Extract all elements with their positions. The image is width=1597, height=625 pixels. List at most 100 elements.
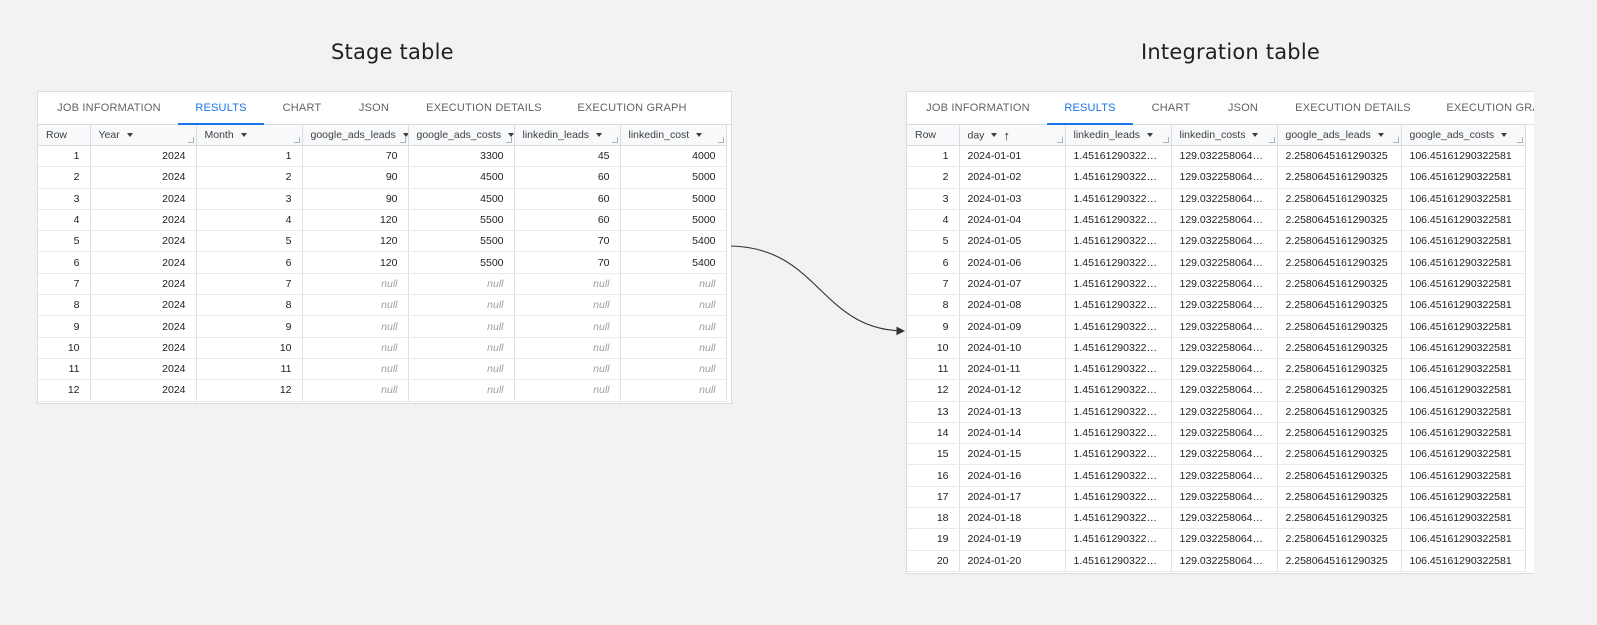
table-row[interactable]: 9 2024-01-09 1.451612903225... 129.03225806… (907, 315, 1526, 338)
row-number-cell: 6 (907, 251, 960, 274)
sort-menu-icon[interactable] (126, 133, 133, 138)
integration-tab-chart[interactable]: CHART (1143, 92, 1199, 124)
column-resize-handle[interactable] (611, 137, 618, 143)
integration-tab-execution-graph[interactable]: EXECUTION GRAPH (1432, 92, 1534, 124)
column-header-row[interactable]: Row (907, 125, 960, 146)
table-row[interactable]: 3 2024-01-03 1.451612903225... 129.03225806… (907, 188, 1526, 210)
sort-menu-icon[interactable] (1501, 133, 1508, 138)
table-row[interactable]: 15 2024-01-15 1.451612903225... 129.0322580… (907, 443, 1526, 466)
table-row[interactable]: 6 2024-01-06 1.451612903225... 129.03225806… (907, 251, 1526, 274)
table-row[interactable]: 8 2024-01-08 1.451612903225... 129.03225806… (907, 294, 1526, 317)
table-row[interactable]: 9 2024 9 null null null null (38, 315, 727, 338)
cell-linkedin-cost: 5400 (620, 230, 727, 253)
table-row[interactable]: 2 2024 2 90 4500 60 5000 (38, 166, 727, 189)
table-row[interactable]: 11 2024-01-11 1.451612903225... 129.0322580… (907, 358, 1526, 381)
stage-tab-execution-graph[interactable]: EXECUTION GRAPH (563, 92, 701, 124)
column-header-linkedin-cost[interactable]: linkedin_cost (620, 125, 727, 146)
column-header-month[interactable]: Month (196, 125, 303, 146)
table-row[interactable]: 1 2024 1 70 3300 45 4000 (38, 145, 727, 168)
table-row[interactable]: 12 2024 12 null null null null (38, 379, 727, 402)
sort-menu-icon[interactable] (1147, 133, 1154, 138)
cell-linkedin-costs: 129.0322580645... (1171, 550, 1278, 572)
column-resize-handle[interactable] (399, 137, 406, 143)
column-header-linkedin-leads[interactable]: linkedin_leads (1065, 125, 1172, 146)
column-header-google-ads-leads[interactable]: google_ads_leads (302, 125, 409, 146)
cell-google-ads-leads: null (302, 337, 409, 359)
table-row[interactable]: 12 2024-01-12 1.451612903225... 129.0322580… (907, 379, 1526, 402)
stage-tab-results[interactable]: RESULTS (178, 92, 264, 125)
column-header-google-ads-costs[interactable]: google_ads_costs (1401, 125, 1526, 146)
integration-tab-execution-details[interactable]: EXECUTION DETAILS (1287, 92, 1419, 124)
table-row[interactable]: 10 2024 10 null null null null (38, 337, 727, 359)
cell-month: 11 (196, 358, 303, 381)
cell-linkedin-costs: 129.0322580645... (1171, 422, 1278, 445)
table-row[interactable]: 1 2024-01-01 1.451612903225... 129.03225806… (907, 145, 1526, 168)
column-resize-handle[interactable] (293, 137, 300, 143)
sort-menu-icon[interactable] (991, 133, 998, 137)
table-row[interactable]: 5 2024 5 120 5500 70 5400 (38, 230, 727, 253)
table-row[interactable]: 5 2024-01-05 1.451612903225... 129.03225806… (907, 230, 1526, 253)
sort-menu-icon[interactable] (1252, 133, 1259, 138)
table-row[interactable]: 10 2024-01-10 1.451612903225... 129.0322580… (907, 337, 1526, 359)
column-header-linkedin-leads[interactable]: linkedin_leads (514, 125, 621, 146)
table-row[interactable]: 8 2024 8 null null null null (38, 294, 727, 317)
stage-tab-chart[interactable]: CHART (274, 92, 330, 124)
stage-tab-execution-details[interactable]: EXECUTION DETAILS (418, 92, 550, 124)
table-row[interactable]: 16 2024-01-16 1.451612903225... 129.0322580… (907, 464, 1526, 487)
sort-menu-icon[interactable] (596, 133, 603, 138)
cell-google-ads-leads: 2.2580645161290325 (1277, 358, 1402, 381)
integration-tab-results[interactable]: RESULTS (1047, 92, 1133, 125)
sort-menu-icon[interactable] (240, 133, 247, 138)
cell-linkedin-cost: null (620, 379, 727, 402)
column-header-google-ads-leads[interactable]: google_ads_leads (1277, 125, 1402, 146)
cell-google-ads-leads: 2.2580645161290325 (1277, 145, 1402, 168)
sort-menu-icon[interactable] (696, 133, 703, 138)
table-row[interactable]: 13 2024-01-13 1.451612903225... 129.0322580… (907, 401, 1526, 423)
table-row[interactable]: 4 2024 4 120 5500 60 5000 (38, 209, 727, 232)
cell-google-ads-costs: 5500 (408, 251, 515, 274)
cell-day: 2024-01-18 (959, 507, 1066, 530)
stage-tab-json[interactable]: JSON (350, 92, 398, 124)
cell-google-ads-leads: 2.2580645161290325 (1277, 315, 1402, 338)
integration-tab-job-information[interactable]: JOB INFORMATION (907, 92, 1049, 124)
cell-linkedin-costs: 129.0322580645... (1171, 486, 1278, 509)
column-resize-handle[interactable] (1162, 137, 1169, 143)
table-row[interactable]: 7 2024 7 null null null null (38, 273, 727, 296)
table-row[interactable]: 14 2024-01-14 1.451612903225... 129.0322580… (907, 422, 1526, 445)
table-row[interactable]: 2 2024-01-02 1.451612903225... 129.03225806… (907, 166, 1526, 189)
column-resize-handle[interactable] (1516, 137, 1523, 143)
table-row[interactable]: 6 2024 6 120 5500 70 5400 (38, 251, 727, 274)
sort-menu-icon[interactable] (1377, 133, 1384, 138)
cell-google-ads-costs: null (408, 315, 515, 338)
cell-year: 2024 (90, 230, 197, 253)
cell-linkedin-leads: 1.451612903225... (1065, 422, 1172, 445)
column-header-year[interactable]: Year (90, 125, 197, 146)
table-row[interactable]: 7 2024-01-07 1.451612903225... 129.03225806… (907, 273, 1526, 296)
cell-google-ads-costs: 106.45161290322581 (1401, 294, 1526, 317)
table-row[interactable]: 18 2024-01-18 1.451612903225... 129.0322580… (907, 507, 1526, 530)
column-header-row[interactable]: Row (38, 125, 91, 146)
column-header-day[interactable]: day ↑ (959, 125, 1066, 146)
integration-tab-json[interactable]: JSON (1219, 92, 1267, 124)
table-row[interactable]: 4 2024-01-04 1.451612903225... 129.03225806… (907, 209, 1526, 232)
cell-day: 2024-01-01 (959, 145, 1066, 168)
table-row[interactable]: 17 2024-01-17 1.451612903225... 129.0322580… (907, 486, 1526, 509)
sort-ascending-icon[interactable]: ↑ (1003, 128, 1010, 143)
table-row[interactable]: 19 2024-01-19 1.451612903225... 129.0322580… (907, 528, 1526, 551)
table-row[interactable]: 3 2024 3 90 4500 60 5000 (38, 188, 727, 210)
table-row[interactable]: 11 2024 11 null null null null (38, 358, 727, 381)
column-header-label: day (967, 128, 985, 141)
stage-tab-job-information[interactable]: JOB INFORMATION (38, 92, 180, 124)
column-header-google-ads-costs[interactable]: google_ads_costs (408, 125, 515, 146)
column-resize-handle[interactable] (717, 137, 724, 143)
column-resize-handle[interactable] (1268, 137, 1275, 143)
column-resize-handle[interactable] (1056, 137, 1063, 143)
cell-day: 2024-01-06 (959, 251, 1066, 274)
column-resize-handle[interactable] (1392, 137, 1399, 143)
column-header-linkedin-costs[interactable]: linkedin_costs (1171, 125, 1278, 146)
table-row[interactable]: 20 2024-01-20 1.451612903225... 129.0322580… (907, 550, 1526, 572)
cell-linkedin-leads: 1.451612903225... (1065, 464, 1172, 487)
cell-linkedin-cost: 4000 (620, 145, 727, 168)
column-resize-handle[interactable] (505, 137, 512, 143)
column-resize-handle[interactable] (187, 137, 194, 143)
